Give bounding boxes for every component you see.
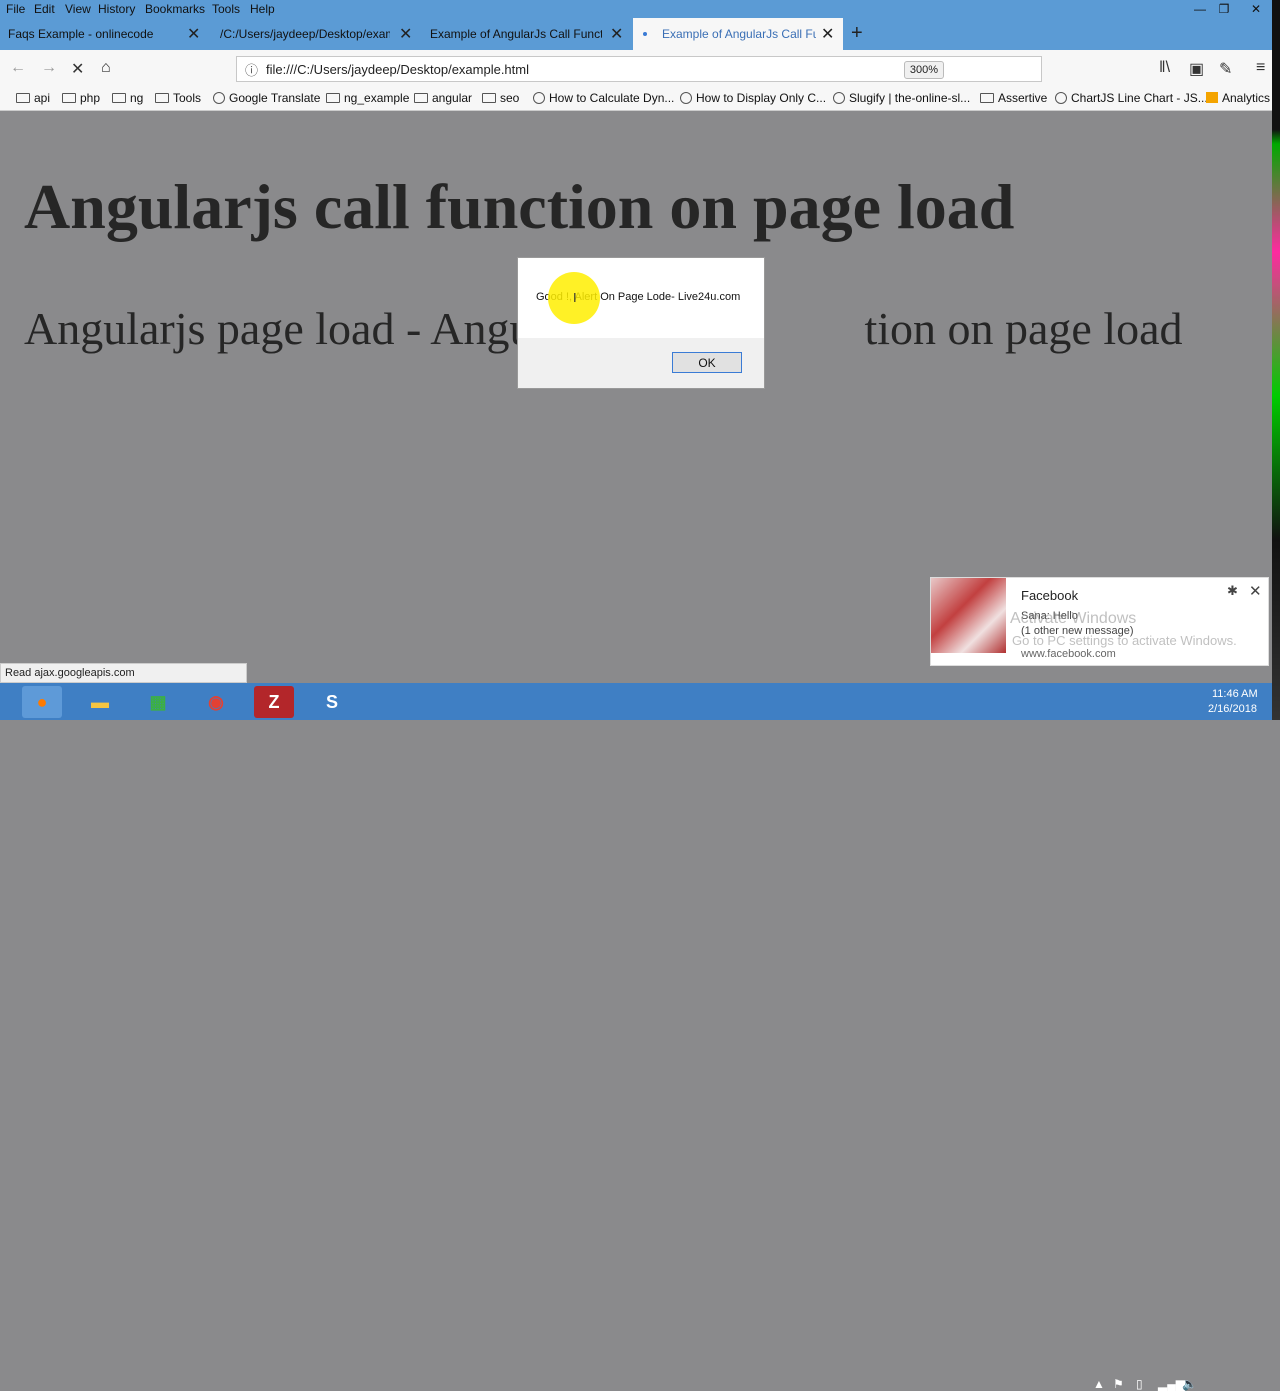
bookmark-seo[interactable]: seo [482, 91, 519, 105]
library-icon[interactable]: ‖\ [1159, 59, 1170, 77]
tab-close-icon[interactable]: ✕ [399, 24, 412, 44]
globe-icon [833, 92, 845, 104]
menu-history[interactable]: History [98, 2, 135, 16]
home-icon[interactable]: ⌂ [101, 59, 111, 77]
info-icon[interactable]: ⓘ [245, 60, 258, 79]
bookmarks-bar: api php ng Tools Google Translate ng_exa… [0, 88, 1272, 111]
tab-close-icon[interactable]: ✕ [821, 24, 834, 44]
status-bar: Read ajax.googleapis.com [0, 663, 247, 683]
analytics-icon [1206, 92, 1218, 103]
activate-windows-watermark: Activate Windows [1010, 610, 1137, 627]
bookmark-calculate[interactable]: How to Calculate Dyn... [533, 91, 674, 105]
menu-file[interactable]: File [6, 2, 25, 16]
bookmark-analytics[interactable]: Analytics [1206, 91, 1270, 105]
globe-icon [533, 92, 545, 104]
menu-tools[interactable]: Tools [212, 2, 240, 16]
clock-time[interactable]: 11:46 AM [1212, 688, 1258, 700]
taskbar: ● ▬ ▦ ◉ Z S ▲ ⚑ ▯ ▂▄▆ 🔈 [0, 683, 1272, 1391]
notification-title: Facebook [1021, 588, 1079, 603]
activate-windows-hint: Go to PC settings to activate Windows. [1012, 633, 1237, 648]
globe-icon [1055, 92, 1067, 104]
tray-expand-icon[interactable]: ▲ [1093, 1377, 1105, 1391]
chrome-icon[interactable]: ◉ [196, 686, 236, 718]
firefox-icon[interactable]: ● [22, 686, 62, 718]
menu-view[interactable]: View [65, 2, 91, 16]
bookmark-assertive[interactable]: Assertive [980, 91, 1047, 105]
sidebar-icon[interactable]: ▣ [1189, 59, 1204, 79]
bookmark-php[interactable]: php [62, 91, 100, 105]
right-edge-strip [1272, 0, 1280, 720]
close-icon[interactable]: ✕ [1249, 582, 1262, 600]
notification-image [931, 578, 1006, 653]
subheading-left: Angularjs page load - Angu [24, 303, 533, 354]
tray-volume-icon[interactable]: 🔈 [1182, 1377, 1197, 1391]
globe-icon [680, 92, 692, 104]
forward-arrow-icon[interactable]: → [41, 59, 57, 77]
folder-icon [326, 93, 340, 103]
tray-flag-icon[interactable]: ⚑ [1113, 1377, 1124, 1391]
file-explorer-icon[interactable]: ▬ [80, 686, 120, 718]
window-close-icon[interactable]: ✕ [1244, 1, 1268, 17]
tray-network-icon[interactable]: ▂▄▆ [1158, 1377, 1185, 1391]
folder-icon [980, 93, 994, 103]
tab-label: Faqs Example - onlinecode [8, 27, 154, 41]
hamburger-menu-icon[interactable]: ≡ [1256, 59, 1265, 77]
gear-icon[interactable]: ✱ [1227, 583, 1238, 599]
text-cursor-icon: I [573, 290, 577, 305]
folder-icon [155, 93, 169, 103]
restore-icon[interactable]: ❐ [1212, 1, 1236, 17]
bookmark-angular[interactable]: angular [414, 91, 472, 105]
bookmark-ng[interactable]: ng [112, 91, 143, 105]
folder-icon [414, 93, 428, 103]
url-text: file:///C:/Users/jaydeep/Desktop/example… [266, 62, 529, 77]
clock-date[interactable]: 2/16/2018 [1208, 703, 1257, 715]
folder-icon [62, 93, 76, 103]
menu-bar: File Edit View History Bookmarks Tools H… [0, 0, 1280, 18]
bookmark-google-translate[interactable]: Google Translate [213, 91, 320, 105]
menu-help[interactable]: Help [250, 2, 275, 16]
loading-dot-icon [643, 32, 647, 36]
bookmark-display-only[interactable]: How to Display Only C... [680, 91, 826, 105]
new-tab-plus-icon[interactable]: + [851, 22, 863, 45]
alert-dialog: Good !, Alert On Page Lode- Live24u.com … [517, 257, 765, 389]
ok-button[interactable]: OK [672, 352, 742, 373]
tab-label: /C:/Users/jaydeep/Desktop/examp [220, 27, 390, 41]
spreadsheet-app-icon[interactable]: ▦ [138, 686, 178, 718]
page-heading: Angularjs call function on page load [24, 171, 1015, 242]
bookmark-tools[interactable]: Tools [155, 91, 201, 105]
folder-icon [112, 93, 126, 103]
zoom-level[interactable]: 300% [904, 61, 944, 79]
back-arrow-icon[interactable]: ← [10, 59, 26, 77]
tab-local-file[interactable]: /C:/Users/jaydeep/Desktop/examp ✕ [210, 18, 420, 50]
bookmark-slugify[interactable]: Slugify | the-online-sl... [833, 91, 970, 105]
bookmark-ng-example[interactable]: ng_example [326, 91, 409, 105]
tray-device-icon[interactable]: ▯ [1136, 1377, 1143, 1391]
subheading-right: tion on page load [864, 303, 1183, 354]
folder-icon [16, 93, 30, 103]
bookmark-api[interactable]: api [16, 91, 50, 105]
bookmark-chartjs[interactable]: ChartJS Line Chart - JS... [1055, 91, 1208, 105]
tab-example-1[interactable]: Example of AngularJs Call Function ✕ [420, 18, 632, 50]
tab-label: Example of AngularJs Call Function [430, 27, 602, 41]
globe-icon [213, 92, 225, 104]
tab-close-icon[interactable]: ✕ [187, 24, 200, 44]
extension-icon[interactable]: ✎ [1219, 59, 1232, 79]
filezilla-icon[interactable]: Z [254, 686, 294, 718]
tab-label: Example of AngularJs Call Func [662, 27, 816, 41]
tab-close-icon[interactable]: ✕ [610, 24, 623, 44]
notification-url: www.facebook.com [1021, 648, 1116, 660]
stop-icon[interactable]: ✕ [71, 59, 84, 79]
menu-edit[interactable]: Edit [34, 2, 55, 16]
skype-icon[interactable]: S [312, 686, 352, 718]
tab-faqs[interactable]: Faqs Example - onlinecode ✕ [0, 18, 210, 50]
minimize-icon[interactable]: — [1188, 1, 1212, 17]
folder-icon [482, 93, 496, 103]
tab-strip: Faqs Example - onlinecode ✕ /C:/Users/ja… [0, 18, 1272, 50]
tab-example-active[interactable]: Example of AngularJs Call Func ✕ [633, 18, 843, 50]
menu-bookmarks[interactable]: Bookmarks [145, 2, 205, 16]
